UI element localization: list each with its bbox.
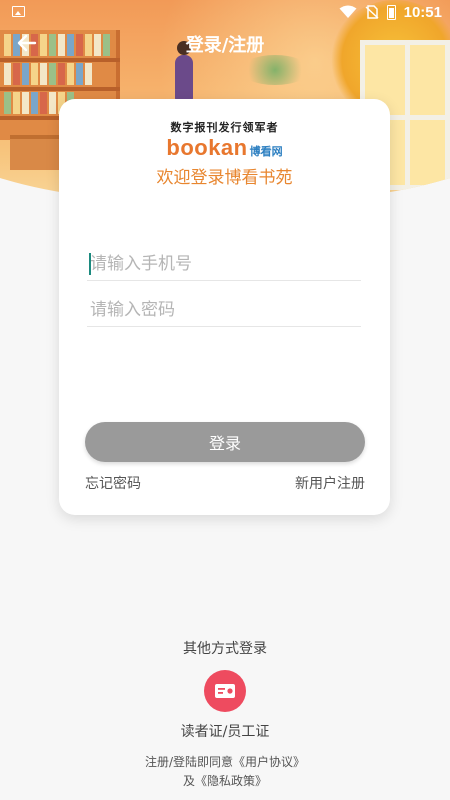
- login-button[interactable]: 登录: [85, 422, 365, 462]
- brand-slogan: 数字报刊发行领军者: [170, 121, 279, 134]
- status-time: 10:51: [403, 3, 442, 21]
- login-screen: 10:51 登录/注册 数字报刊发行领军者 bookan 博看网 欢迎登录博看书…: [0, 0, 450, 800]
- register-link[interactable]: 新用户注册: [295, 473, 365, 493]
- gallery-notification-icon: [12, 6, 25, 17]
- forgot-password-link[interactable]: 忘记密码: [85, 473, 141, 493]
- phone-input[interactable]: [87, 249, 361, 279]
- phone-field: [87, 249, 361, 281]
- logo-cn-text: 博看网: [249, 145, 283, 158]
- password-field: [87, 295, 361, 327]
- status-bar: 10:51: [0, 0, 450, 24]
- agreement-text: 注册/登陆即同意《用户协议》 及《隐私政策》: [0, 753, 450, 791]
- no-sim-icon: [365, 5, 379, 19]
- password-input[interactable]: [87, 295, 361, 325]
- reader-card-login-button[interactable]: [204, 670, 246, 712]
- page-title: 登录/注册: [185, 35, 265, 56]
- brand-logo: 数字报刊发行领军者 bookan 博看网: [59, 119, 390, 160]
- agreement-and: 及: [182, 774, 195, 788]
- plant-illustration: [240, 55, 310, 85]
- reader-card-label: 读者证/员工证: [180, 724, 270, 740]
- text-cursor: [89, 253, 91, 275]
- battery-icon: [386, 4, 396, 20]
- welcome-text: 欢迎登录博看书苑: [156, 168, 293, 188]
- other-login-title: 其他方式登录: [183, 641, 267, 657]
- login-card: 数字报刊发行领军者 bookan 博看网 欢迎登录博看书苑 登录 忘记密码 新用…: [59, 99, 390, 515]
- wifi-icon: [339, 5, 357, 18]
- user-agreement-link[interactable]: 《用户协议》: [233, 755, 305, 769]
- privacy-policy-link[interactable]: 《隐私政策》: [195, 774, 267, 788]
- id-card-icon: [215, 684, 235, 698]
- logo-text: bookan: [166, 135, 248, 160]
- agreement-prefix: 注册/登陆即同意: [144, 755, 234, 769]
- reader-figure-illustration: [175, 41, 193, 100]
